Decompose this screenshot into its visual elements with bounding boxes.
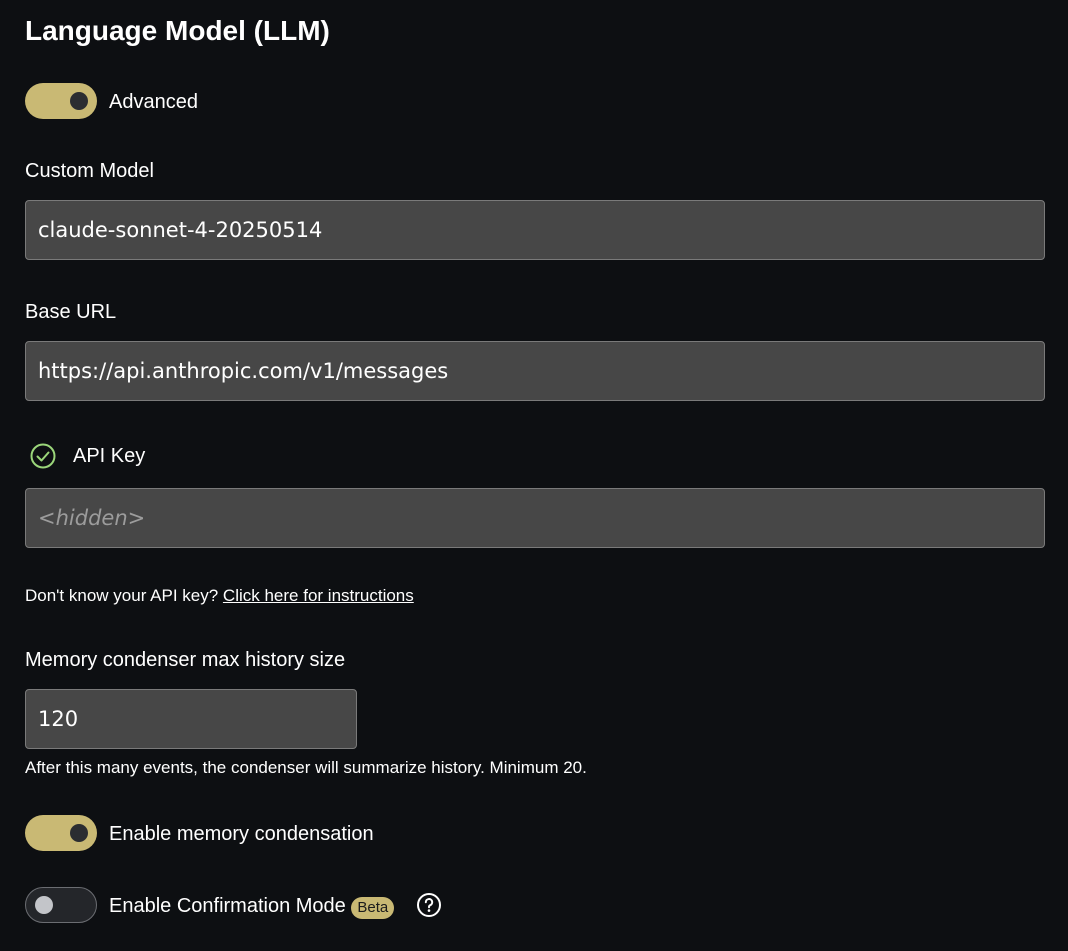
api-key-label: API Key — [73, 445, 146, 467]
memory-condenser-input[interactable] — [25, 689, 357, 749]
beta-badge: Beta — [351, 897, 395, 919]
toggle-knob — [70, 824, 88, 842]
memory-condenser-label: Memory condenser max history size — [25, 649, 346, 671]
toggle-knob — [35, 896, 53, 914]
api-key-input[interactable] — [25, 488, 1045, 548]
confirmation-mode-toggle[interactable] — [25, 887, 97, 923]
memory-condenser-hint: After this many events, the condenser wi… — [25, 758, 587, 777]
confirmation-mode-row: Enable Confirmation Mode Beta — [109, 892, 395, 920]
base-url-input[interactable] — [25, 341, 1045, 401]
memory-condensation-toggle[interactable] — [25, 815, 97, 851]
llm-settings-page: Language Model (LLM) Advanced Custom Mod… — [0, 0, 1068, 951]
confirmation-mode-label: Enable Confirmation Mode — [109, 895, 346, 917]
api-key-help-text: Don't know your API key? — [25, 586, 219, 605]
custom-model-label: Custom Model — [25, 160, 154, 182]
advanced-label: Advanced — [109, 91, 198, 113]
advanced-toggle[interactable] — [25, 83, 97, 119]
base-url-label: Base URL — [25, 301, 117, 323]
api-key-help: Don't know your API key? Click here for … — [25, 584, 414, 608]
custom-model-input[interactable] — [25, 200, 1045, 260]
memory-condensation-label: Enable memory condensation — [109, 823, 374, 845]
question-circle-icon[interactable] — [416, 892, 442, 918]
api-key-instructions-link[interactable]: Click here for instructions — [223, 586, 414, 605]
check-circle-icon — [30, 443, 56, 469]
toggle-knob — [70, 92, 88, 110]
page-title: Language Model (LLM) — [25, 15, 330, 46]
